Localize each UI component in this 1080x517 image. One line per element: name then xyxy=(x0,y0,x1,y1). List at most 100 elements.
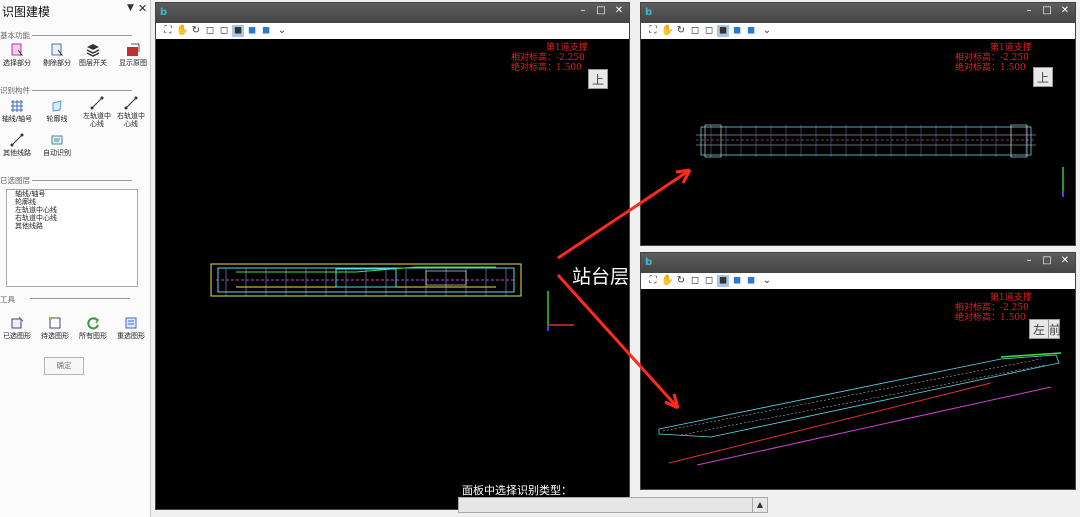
cube-active-icon[interactable]: ◼ xyxy=(717,25,729,37)
list-item[interactable]: 左轨道中心线 xyxy=(7,206,137,214)
chevron-down-icon[interactable]: ⌄ xyxy=(761,25,773,37)
selected-shapes-label: 已选图形 xyxy=(3,332,31,340)
drawing-canvas xyxy=(658,352,1062,466)
show-original-icon xyxy=(127,43,140,56)
refresh-icon xyxy=(87,317,100,330)
window-titlebar: b – □ ✕ xyxy=(641,3,1075,23)
close-button[interactable]: ✕ xyxy=(1059,255,1071,266)
line-icon xyxy=(90,96,104,110)
type-prompt-label: 面板中选择识别类型： xyxy=(460,482,574,498)
pending-shapes-label: 待选图形 xyxy=(41,332,69,340)
cube-icon[interactable]: ◻ xyxy=(204,25,216,37)
chevron-down-icon[interactable]: ⌄ xyxy=(276,25,288,37)
minimize-button[interactable]: – xyxy=(1023,255,1035,266)
station-plan-drawing xyxy=(210,263,522,297)
pin-icon[interactable]: ▼ xyxy=(127,3,134,13)
close-icon[interactable]: ✕ xyxy=(138,2,147,15)
list-item[interactable]: 轴线/轴号 xyxy=(7,190,137,198)
drawing-canvas xyxy=(696,124,1064,197)
divider xyxy=(32,90,132,91)
list-item[interactable]: 其他线路 xyxy=(7,222,137,230)
all-shapes-button[interactable]: 所有图形 xyxy=(76,316,110,340)
other-lines-button[interactable]: 其他线路 xyxy=(0,133,34,157)
view-toolbar: ⛶ ✋ ↻ ◻ ◻ ◼ ◼ ◼ ⌄ xyxy=(156,23,629,39)
axis-button[interactable]: 轴线/轴号 xyxy=(0,99,34,123)
maximize-button[interactable]: □ xyxy=(1041,255,1053,266)
cube-active-icon[interactable]: ◼ xyxy=(717,275,729,287)
line-icon xyxy=(10,133,24,147)
cube-blue-icon[interactable]: ◼ xyxy=(731,275,743,287)
section-basic: 基本功能 xyxy=(0,31,30,40)
station-3d-drawing xyxy=(658,352,1062,466)
pending-shapes-button[interactable]: 待选图形 xyxy=(38,316,72,340)
cube-blue-icon[interactable]: ◼ xyxy=(246,25,258,37)
right-track-button[interactable]: 右轨道中心线 xyxy=(114,96,148,128)
chevron-down-icon[interactable]: ⌄ xyxy=(761,275,773,287)
layer-toggle-button[interactable]: 图层开关 xyxy=(76,43,110,67)
cube-icon[interactable]: ◻ xyxy=(703,25,715,37)
all-shapes-label: 所有图形 xyxy=(79,332,107,340)
divider xyxy=(32,180,132,181)
rotate-icon[interactable]: ↻ xyxy=(190,25,202,37)
station-plan-drawing xyxy=(696,124,1036,158)
selected-shapes-icon xyxy=(11,316,24,329)
window-titlebar: b – □ ✕ xyxy=(641,253,1075,273)
reselect-icon xyxy=(125,317,137,329)
zoom-extents-icon[interactable]: ⛶ xyxy=(162,25,174,37)
outline-label: 轮廓线 xyxy=(46,115,68,123)
remove-part-button[interactable]: 剔除部分 xyxy=(40,43,74,67)
other-lines-label: 其他线路 xyxy=(3,149,31,157)
cube-blue-icon[interactable]: ◼ xyxy=(745,25,757,37)
right-track-label: 右轨道中心线 xyxy=(117,112,145,128)
type-select[interactable]: ▲ xyxy=(458,497,768,513)
close-button[interactable]: ✕ xyxy=(1059,5,1071,16)
auto-recognize-icon xyxy=(51,135,63,145)
close-button[interactable]: ✕ xyxy=(613,5,625,16)
outline-button[interactable]: 轮廓线 xyxy=(40,99,74,123)
cube-blue-icon[interactable]: ◼ xyxy=(260,25,272,37)
section-selected-layers: 已选图层 xyxy=(0,176,30,185)
minimize-button[interactable]: – xyxy=(1023,5,1035,16)
cube-icon[interactable]: ◻ xyxy=(689,25,701,37)
maximize-button[interactable]: □ xyxy=(1041,5,1053,16)
remove-part-icon xyxy=(51,43,64,56)
auto-recognize-label: 自动识别 xyxy=(43,149,71,157)
chevron-up-icon[interactable]: ▲ xyxy=(752,498,767,512)
cube-blue-icon[interactable]: ◼ xyxy=(731,25,743,37)
reselect-shapes-button[interactable]: 重选图形 xyxy=(114,316,148,340)
pan-icon[interactable]: ✋ xyxy=(661,25,673,37)
cube-blue-icon[interactable]: ◼ xyxy=(745,275,757,287)
select-part-button[interactable]: 选择部分 xyxy=(0,43,34,67)
minimize-button[interactable]: – xyxy=(577,5,589,16)
auto-recognize-button[interactable]: 自动识别 xyxy=(40,133,74,157)
cube-icon[interactable]: ◻ xyxy=(703,275,715,287)
recognition-panel: 识图建模 ▼ ✕ 基本功能 选择部分 剔除部分 图层开关 显示原图 识别构件 轴… xyxy=(0,0,151,517)
layer-toggle-label: 图层开关 xyxy=(79,59,107,67)
divider xyxy=(32,35,132,36)
show-original-label: 显示原图 xyxy=(119,59,147,67)
pan-icon[interactable]: ✋ xyxy=(176,25,188,37)
maximize-button[interactable]: □ xyxy=(595,5,607,16)
cube-active-icon[interactable]: ◼ xyxy=(232,25,244,37)
ok-button[interactable]: 确定 xyxy=(44,357,84,375)
view-toolbar: ⛶ ✋ ↻ ◻ ◻ ◼ ◼ ◼ ⌄ xyxy=(641,23,1075,39)
zoom-extents-icon[interactable]: ⛶ xyxy=(647,25,659,37)
top-view-window[interactable]: b – □ ✕ ⛶ ✋ ↻ ◻ ◻ ◼ ◼ ◼ ⌄ 第1道支撑 相对标高：-2.… xyxy=(640,2,1076,246)
remove-part-label: 剔除部分 xyxy=(43,59,71,67)
selected-shapes-button[interactable]: 已选图形 xyxy=(0,316,34,340)
3d-view-window[interactable]: b – □ ✕ ⛶ ✋ ↻ ◻ ◻ ◼ ◼ ◼ ⌄ 第1道支撑 相对标高：-2.… xyxy=(640,252,1076,490)
rotate-icon[interactable]: ↻ xyxy=(675,25,687,37)
grid-icon xyxy=(11,100,23,112)
pending-shapes-icon xyxy=(49,317,61,329)
cube-icon[interactable]: ◻ xyxy=(218,25,230,37)
select-part-icon xyxy=(11,43,24,56)
left-track-button[interactable]: 左轨道中心线 xyxy=(80,96,114,128)
list-item[interactable]: 右轨道中心线 xyxy=(7,214,137,222)
selected-layers-list[interactable]: 轴线/轴号 轮廓线 左轨道中心线 右轨道中心线 其他线路 xyxy=(6,189,138,287)
outline-icon xyxy=(52,100,62,112)
list-item[interactable]: 轮廓线 xyxy=(7,198,137,206)
divider xyxy=(30,298,130,299)
annotation-label: 站台层 xyxy=(572,266,630,288)
show-original-button[interactable]: 显示原图 xyxy=(116,43,150,67)
axis-label: 轴线/轴号 xyxy=(1,115,33,123)
